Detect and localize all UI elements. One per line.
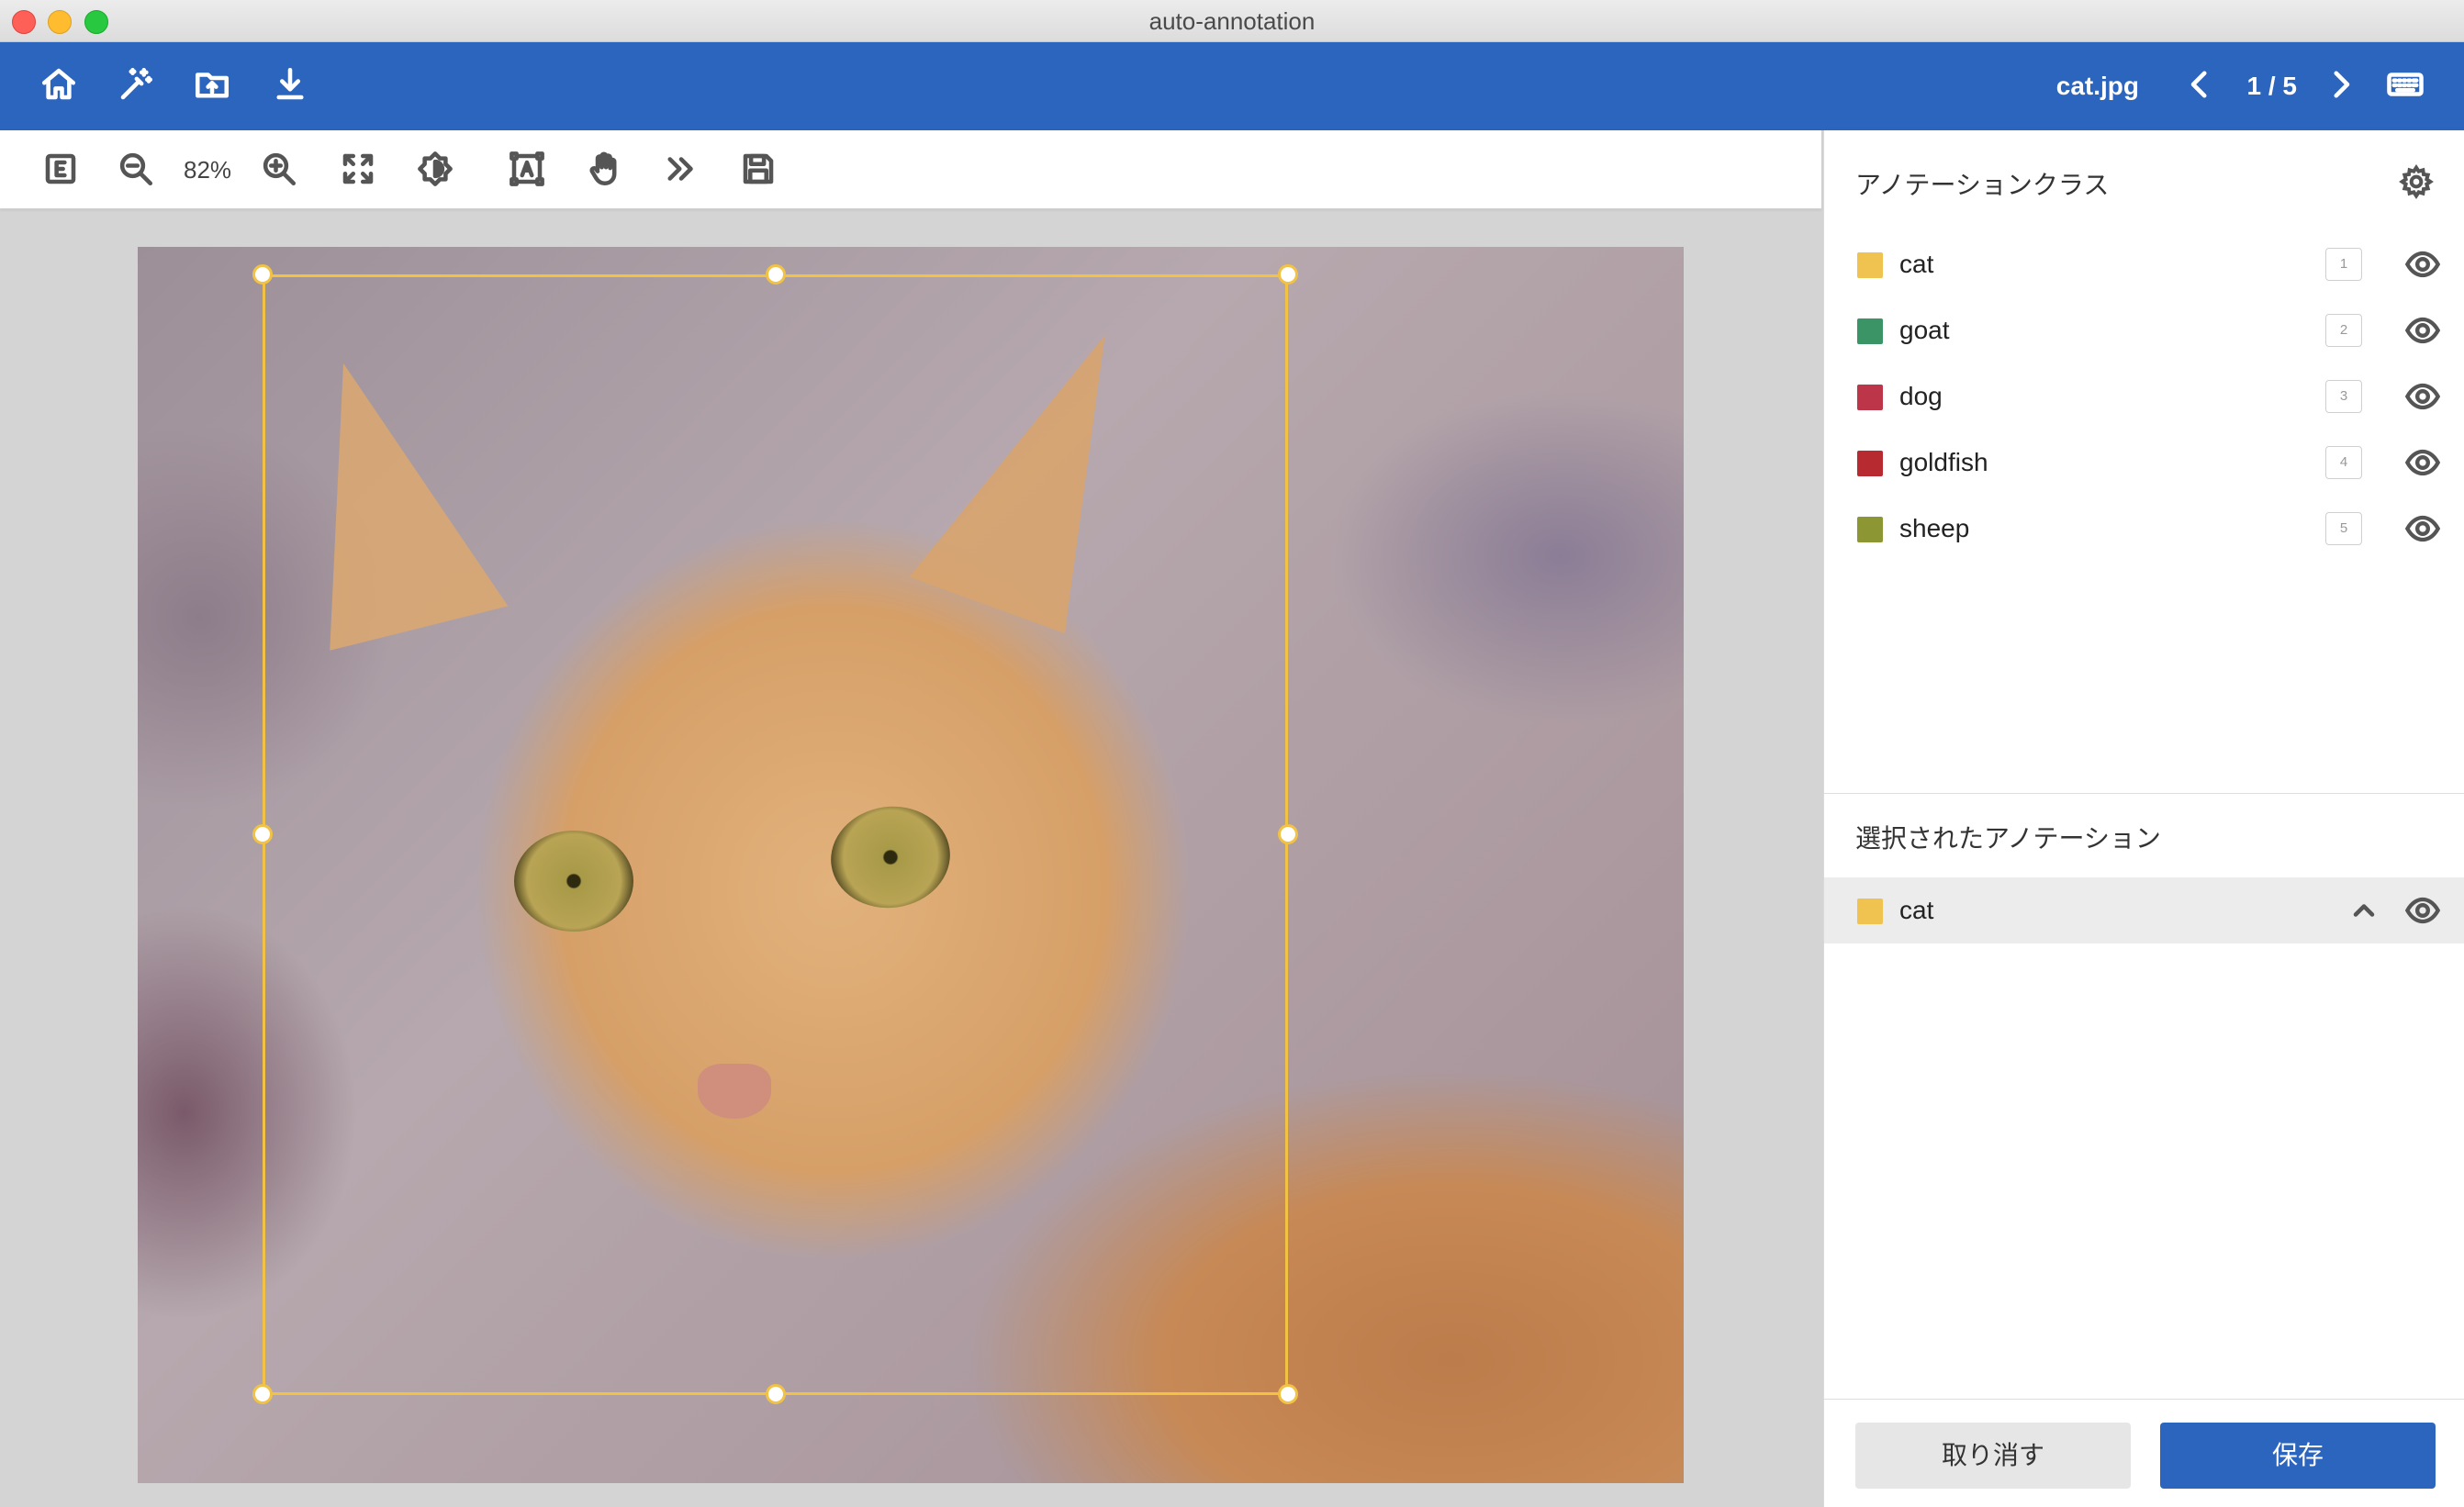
visibility-toggle[interactable] — [2404, 312, 2441, 349]
visibility-toggle[interactable] — [2404, 510, 2441, 547]
bbox-handle-bottom-center[interactable] — [766, 1384, 786, 1404]
class-color-swatch — [1857, 899, 1883, 924]
eye-icon — [2404, 515, 2441, 551]
export-icon — [41, 150, 80, 193]
right-panel: アノテーションクラス cat 1 goat 2 dog 3 goldfish 4… — [1823, 130, 2464, 1507]
image-pager: 1 / 5 — [2246, 72, 2297, 100]
shortcut-badge: 4 — [2325, 446, 2362, 479]
window-titlebar: auto-annotation — [0, 0, 2464, 42]
class-item-cat[interactable]: cat 1 — [1824, 231, 2464, 297]
brightness-button[interactable] — [411, 147, 459, 195]
shortcut-badge: 5 — [2325, 512, 2362, 545]
save-icon — [739, 150, 778, 193]
home-button[interactable] — [37, 64, 81, 108]
shortcut-badge: 2 — [2325, 314, 2362, 347]
bbox-handle-top-left[interactable] — [252, 264, 273, 285]
cancel-button[interactable]: 取り消す — [1855, 1423, 2131, 1489]
current-filename: cat.jpg — [2055, 72, 2139, 100]
class-settings-button[interactable] — [2398, 163, 2435, 200]
bbox-handle-middle-left[interactable] — [252, 824, 273, 844]
selected-annotation-label: cat — [1899, 896, 1934, 924]
chevron-right-icon — [2322, 65, 2360, 108]
gear-icon — [2398, 164, 2435, 204]
save-button[interactable]: 保存 — [2160, 1423, 2436, 1489]
keyboard-shortcuts-button[interactable] — [2383, 64, 2427, 108]
text-box-icon — [508, 150, 546, 193]
visibility-toggle[interactable] — [2404, 378, 2441, 415]
zoom-out-button[interactable] — [112, 147, 160, 195]
visibility-toggle[interactable] — [2404, 892, 2441, 929]
pan-tool-button[interactable] — [580, 147, 628, 195]
class-item-dog[interactable]: dog 3 — [1824, 363, 2464, 430]
download-button[interactable] — [268, 64, 312, 108]
shortcut-badge: 3 — [2325, 380, 2362, 413]
magic-wand-icon — [117, 65, 155, 108]
eye-icon — [2404, 317, 2441, 352]
class-color-swatch — [1857, 385, 1883, 410]
brightness-icon — [416, 150, 454, 193]
text-box-tool-button[interactable] — [503, 147, 551, 195]
zoom-in-button[interactable] — [255, 147, 303, 195]
selected-annotation-cat[interactable]: cat — [1824, 877, 2464, 943]
eye-icon — [2404, 449, 2441, 485]
chevron-left-icon — [2180, 65, 2219, 108]
shortcut-badge: 1 — [2325, 248, 2362, 281]
collapse-button[interactable] — [2347, 894, 2380, 927]
class-label: goat — [1899, 316, 1950, 344]
next-icon — [662, 150, 700, 193]
app-header: cat.jpg 1 / 5 — [0, 42, 2464, 130]
open-folder-button[interactable] — [190, 64, 234, 108]
bbox-handle-top-center[interactable] — [766, 264, 786, 285]
zoom-level: 82% — [184, 156, 232, 184]
keyboard-icon — [2386, 65, 2425, 108]
bbox-handle-middle-right[interactable] — [1278, 824, 1298, 844]
home-icon — [39, 65, 78, 108]
pan-hand-icon — [585, 150, 623, 193]
class-label: goldfish — [1899, 448, 1988, 476]
download-icon — [271, 65, 309, 108]
footer-divider — [1824, 1399, 2464, 1400]
fit-screen-button[interactable] — [334, 147, 382, 195]
bbox-handle-top-right[interactable] — [1278, 264, 1298, 285]
eye-icon — [2404, 897, 2441, 932]
next-step-button[interactable] — [657, 147, 705, 195]
class-color-swatch — [1857, 252, 1883, 278]
eye-icon — [2404, 251, 2441, 286]
zoom-out-icon — [117, 150, 155, 193]
class-item-goat[interactable]: goat 2 — [1824, 297, 2464, 363]
class-color-swatch — [1857, 318, 1883, 344]
upload-folder-icon — [193, 65, 231, 108]
class-item-goldfish[interactable]: goldfish 4 — [1824, 430, 2464, 496]
fit-screen-icon — [339, 150, 377, 193]
annotation-classes-heading: アノテーションクラス — [1855, 171, 2110, 199]
eye-icon — [2404, 383, 2441, 419]
class-label: dog — [1899, 382, 1943, 410]
chevron-up-icon — [2347, 904, 2380, 931]
class-label: cat — [1899, 250, 1934, 278]
section-divider — [1824, 793, 2464, 794]
visibility-toggle[interactable] — [2404, 246, 2441, 283]
save-annotation-button[interactable] — [734, 147, 782, 195]
visibility-toggle[interactable] — [2404, 444, 2441, 481]
export-button[interactable] — [37, 147, 84, 195]
bbox-handle-bottom-right[interactable] — [1278, 1384, 1298, 1404]
bbox-handle-bottom-left[interactable] — [252, 1384, 273, 1404]
window-title: auto-annotation — [1148, 7, 1316, 35]
class-label: sheep — [1899, 514, 1970, 542]
class-item-sheep[interactable]: sheep 5 — [1824, 496, 2464, 562]
class-color-swatch — [1857, 451, 1883, 476]
bounding-box-cat[interactable] — [263, 274, 1288, 1395]
class-color-swatch — [1857, 517, 1883, 542]
zoom-in-icon — [260, 150, 298, 193]
selected-annotations-heading: 選択されたアノテーション — [1855, 824, 2161, 853]
auto-annotate-button[interactable] — [114, 64, 158, 108]
previous-image-button[interactable] — [2178, 64, 2222, 108]
canvas-toolbar: 82% — [0, 130, 1821, 209]
next-image-button[interactable] — [2319, 64, 2363, 108]
canvas-area: 82% — [0, 130, 1821, 1507]
